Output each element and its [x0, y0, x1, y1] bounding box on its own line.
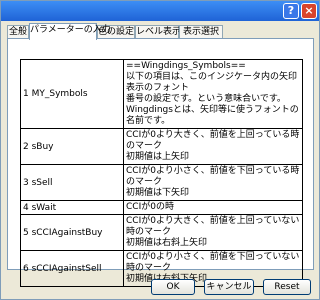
description-line: 以下の項目は、このインジケータ内の矢印表示のフォント [126, 72, 298, 93]
description-line: ==Wingdings_Symbols== [126, 61, 246, 71]
table-row: 2 sBuy CCIが0より大きく、前値を上回っている時のマーク 初期値は上矢印 [20, 128, 303, 165]
table-row: 4 sWait CCIが0の時 [20, 200, 303, 215]
parameter-name: 1 MY_Symbols [20, 59, 124, 129]
parameters-table: 1 MY_Symbols ==Wingdings_Symbols== 以下の項目は、… [20, 59, 303, 287]
description-line: CCIが0の時 [126, 202, 174, 212]
description-line: CCIが0より大きく、前値を上回っている時のマーク [126, 130, 300, 151]
parameter-description: ==Wingdings_Symbols== 以下の項目は、このインジケータ内の矢印… [123, 59, 303, 129]
reset-button[interactable]: Reset [263, 279, 311, 295]
description-line: Wingdingsとは、矢印等に使うフォントの名前です。 [126, 105, 299, 126]
description-line: 初期値は上矢印 [126, 152, 190, 162]
description-line: 初期値は下矢印 [126, 188, 190, 198]
parameter-name: 2 sBuy [20, 128, 124, 165]
tab-levels[interactable]: レベル表示 [135, 25, 181, 39]
ok-button[interactable]: OK [151, 279, 195, 295]
tab-general[interactable]: 全般 [7, 25, 29, 39]
cancel-button[interactable]: キャンセル [204, 279, 254, 295]
title-bar: ? × [1, 1, 319, 21]
parameter-name: 6 sCCIAgainstSell [20, 250, 124, 287]
tab-visualization[interactable]: 表示選択 [179, 25, 223, 39]
table-row: 1 MY_Symbols ==Wingdings_Symbols== 以下の項目は、… [20, 59, 303, 129]
parameter-description: CCIが0より小さく、前値を下回っている時のマーク 初期値は下矢印 [123, 164, 303, 201]
description-line: 初期値は右斜上矢印 [126, 238, 208, 248]
parameter-description: CCIが0の時 [123, 200, 303, 215]
table-row: 5 sCCIAgainstBuy CCIが0より大きく、前値を上回っていない時のマ… [20, 214, 303, 251]
parameter-description: CCIが0より大きく、前値を上回っている時のマーク 初期値は上矢印 [123, 128, 303, 165]
description-line: 番号の設定です。という意味合いです。 [126, 94, 286, 104]
parameter-name: 5 sCCIAgainstBuy [20, 214, 124, 251]
description-line: CCIが0より大きく、前値を上回っていない時のマーク [126, 216, 300, 237]
tab-parameters[interactable]: パラメーターの入力 [29, 23, 111, 40]
parameter-name: 3 sSell [20, 164, 124, 201]
description-line: CCIが0より小さく、前値を下回っている時のマーク [126, 166, 300, 187]
table-row: 3 sSell CCIが0より小さく、前値を下回っている時のマーク 初期値は下矢印 [20, 164, 303, 201]
description-line: CCIが0より小さく、前値を下回っていない時のマーク [126, 252, 300, 273]
dialog-window: ? × 全般 パラメーターの入力 色の設定 レベル表示 表示選択 1 MY_Sy… [0, 0, 320, 300]
parameter-description: CCIが0より大きく、前値を上回っていない時のマーク 初期値は右斜上矢印 [123, 214, 303, 251]
parameters-panel: 1 MY_Symbols ==Wingdings_Symbols== 以下の項目は、… [7, 38, 314, 287]
help-button[interactable]: ? [283, 3, 299, 19]
close-button[interactable]: × [301, 3, 317, 19]
parameter-name: 4 sWait [20, 200, 124, 215]
